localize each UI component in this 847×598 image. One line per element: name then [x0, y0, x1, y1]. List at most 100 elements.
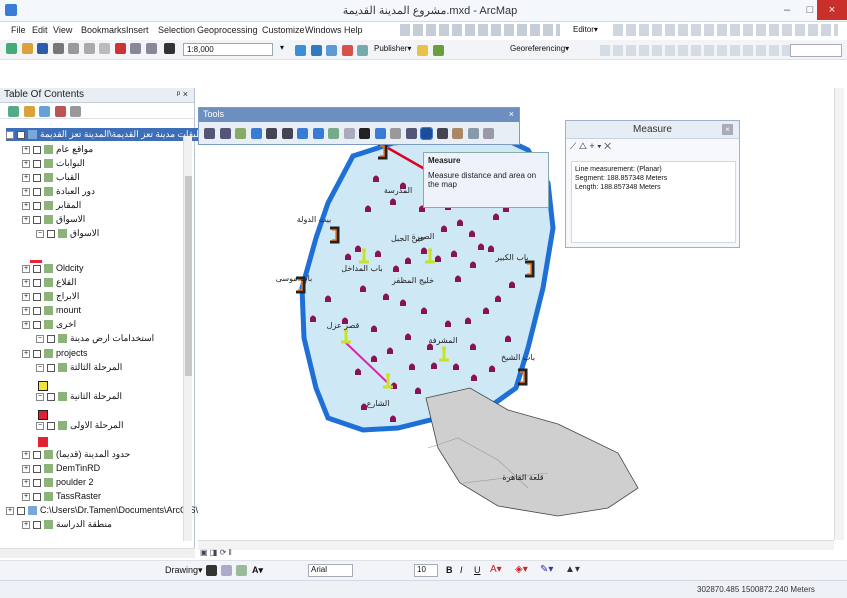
fill-color-button[interactable]: ◈▾	[515, 564, 528, 575]
rectangle-icon[interactable]	[236, 565, 247, 576]
expand-toggle-icon[interactable]: −	[36, 229, 44, 238]
menu-edit[interactable]: Edit	[32, 25, 48, 35]
line-color-button[interactable]: ✎▾	[540, 564, 553, 575]
expand-toggle-icon[interactable]: +	[22, 478, 30, 487]
toc-layer-row[interactable]: − استخدامات ارض مدينة	[36, 332, 154, 345]
paste-icon[interactable]	[99, 43, 111, 54]
menu-selection[interactable]: Selection	[158, 25, 195, 35]
expand-toggle-icon[interactable]: +	[6, 506, 14, 515]
layer-visibility-checkbox[interactable]	[33, 306, 41, 315]
forward-extent-icon[interactable]	[312, 128, 324, 139]
delete-icon[interactable]	[114, 43, 126, 54]
expand-toggle-icon[interactable]: −	[36, 363, 44, 372]
toc-layer-row[interactable]: + دور العبادة	[22, 185, 95, 198]
expand-toggle-icon[interactable]: +	[22, 215, 30, 224]
find-route-icon[interactable]	[452, 128, 464, 139]
toc-layer-row[interactable]: + البوابات	[22, 157, 85, 170]
toc-layer-row[interactable]: + القلاع	[22, 276, 77, 289]
layer-visibility-checkbox[interactable]	[33, 145, 41, 154]
toc-group-row[interactable]: + C:\Users\Dr.Tamen\Documents\ArcGIS\	[6, 504, 198, 517]
toc-layer-row[interactable]: + القباب	[22, 171, 80, 184]
expand-toggle-icon[interactable]: +	[22, 292, 30, 301]
toc-scroll-thumb[interactable]	[185, 176, 192, 376]
undo-icon[interactable]	[130, 43, 142, 54]
marker-color-button[interactable]: ▲▾	[565, 564, 580, 575]
toc-layer-row[interactable]: + اخرى	[22, 318, 76, 331]
georeferencing-menu[interactable]: Georeferencing▾	[510, 44, 569, 53]
menu-bookmarks[interactable]: Bookmarks	[81, 25, 126, 35]
expand-toggle-icon[interactable]: −	[36, 392, 44, 401]
layer-visibility-checkbox[interactable]	[33, 292, 41, 301]
underline-button[interactable]: U	[474, 565, 481, 575]
layer-visibility-checkbox[interactable]	[33, 173, 41, 182]
drawing-menu[interactable]: Drawing▾	[165, 565, 203, 576]
cut-icon[interactable]	[68, 43, 80, 54]
expand-toggle-icon[interactable]: +	[22, 201, 30, 210]
layer-visibility-checkbox[interactable]	[33, 520, 41, 529]
publisher-menu[interactable]: Publisher▾	[374, 44, 411, 53]
share-icon[interactable]	[432, 45, 444, 56]
layer-visibility-checkbox[interactable]	[47, 334, 55, 343]
measure-clear-icon[interactable]: ✕	[604, 141, 611, 151]
layer-visibility-checkbox[interactable]	[33, 278, 41, 287]
close-button[interactable]: ×	[817, 0, 847, 20]
layer-visibility-checkbox[interactable]	[33, 159, 41, 168]
measure-line-icon[interactable]: ⟋	[570, 141, 576, 151]
georef-toolbar-buttons[interactable]	[400, 24, 560, 36]
editor-toolbar-buttons[interactable]	[613, 24, 838, 36]
layer-visibility-checkbox[interactable]	[47, 392, 55, 401]
minimize-button[interactable]: –	[775, 0, 799, 20]
expand-toggle-icon[interactable]: +	[22, 450, 30, 459]
list-by-source-icon[interactable]	[23, 106, 35, 117]
toc-vertical-scrollbar[interactable]	[183, 136, 192, 541]
view-toggle-buttons[interactable]: ▣ ◨ ⟳ ‖	[200, 548, 232, 557]
layer-visibility-checkbox[interactable]	[33, 201, 41, 210]
toc-layer-row[interactable]: − الاسواق	[36, 227, 99, 240]
expand-toggle-icon[interactable]: +	[22, 349, 30, 358]
layer-visibility-checkbox[interactable]	[17, 506, 25, 515]
expand-toggle-icon[interactable]: +	[22, 492, 30, 501]
expand-toggle-icon[interactable]: +	[22, 520, 30, 529]
layer-visibility-checkbox[interactable]	[33, 450, 41, 459]
zoom-out-icon[interactable]	[219, 128, 231, 139]
toc-layer-row[interactable]: + mount	[22, 304, 81, 317]
hyperlink-icon[interactable]	[390, 128, 402, 139]
menu-customize[interactable]: Customize	[262, 25, 305, 35]
bold-button[interactable]: B	[446, 565, 453, 575]
redo-icon[interactable]	[145, 43, 157, 54]
fixed-zoom-out-icon[interactable]	[281, 128, 293, 139]
menu-help[interactable]: Help	[344, 25, 363, 35]
identify-icon[interactable]	[374, 128, 386, 139]
map-vertical-scrollbar[interactable]	[834, 88, 844, 540]
advanced-editing-buttons[interactable]	[600, 45, 790, 56]
scale-dropdown-icon[interactable]: ▾	[280, 43, 284, 52]
zoom-in-icon[interactable]	[204, 128, 215, 139]
menu-view[interactable]: View	[53, 25, 72, 35]
open-icon[interactable]	[21, 43, 33, 54]
expand-toggle-icon[interactable]: +	[22, 159, 30, 168]
layer-visibility-checkbox[interactable]	[17, 130, 25, 139]
measure-units-icon[interactable]: ▾	[597, 141, 601, 151]
menu-file[interactable]: File	[11, 25, 26, 35]
layer-visibility-checkbox[interactable]	[33, 264, 41, 273]
draw-select-icon[interactable]	[206, 565, 217, 576]
list-by-visibility-icon[interactable]	[39, 106, 51, 117]
toc-layer-row[interactable]: + الابراج	[22, 290, 79, 303]
toc-layer-row[interactable]: + حدود المدينة (قديما)	[22, 448, 130, 461]
toc-layer-row[interactable]: + Oldcity	[22, 262, 84, 275]
expand-toggle-icon[interactable]: +	[22, 278, 30, 287]
full-extent-icon[interactable]	[250, 128, 262, 139]
expand-toggle-icon[interactable]: +	[22, 145, 30, 154]
expand-toggle-icon[interactable]: +	[22, 320, 30, 329]
expand-toggle-icon[interactable]: +	[22, 464, 30, 473]
select-elements-icon[interactable]	[359, 128, 371, 139]
layer-visibility-checkbox[interactable]	[33, 478, 41, 487]
measure-area-icon[interactable]: △	[579, 141, 587, 151]
time-slider-icon[interactable]	[483, 128, 495, 139]
font-color-button[interactable]: A▾	[490, 564, 502, 575]
html-popup-icon[interactable]	[405, 128, 417, 139]
toc-close-button[interactable]: ᵖ ×	[177, 89, 188, 99]
tools-panel-close[interactable]: ×	[509, 109, 514, 119]
expand-toggle-icon[interactable]: +	[22, 173, 30, 182]
font-size-field[interactable]: 10	[414, 564, 438, 577]
